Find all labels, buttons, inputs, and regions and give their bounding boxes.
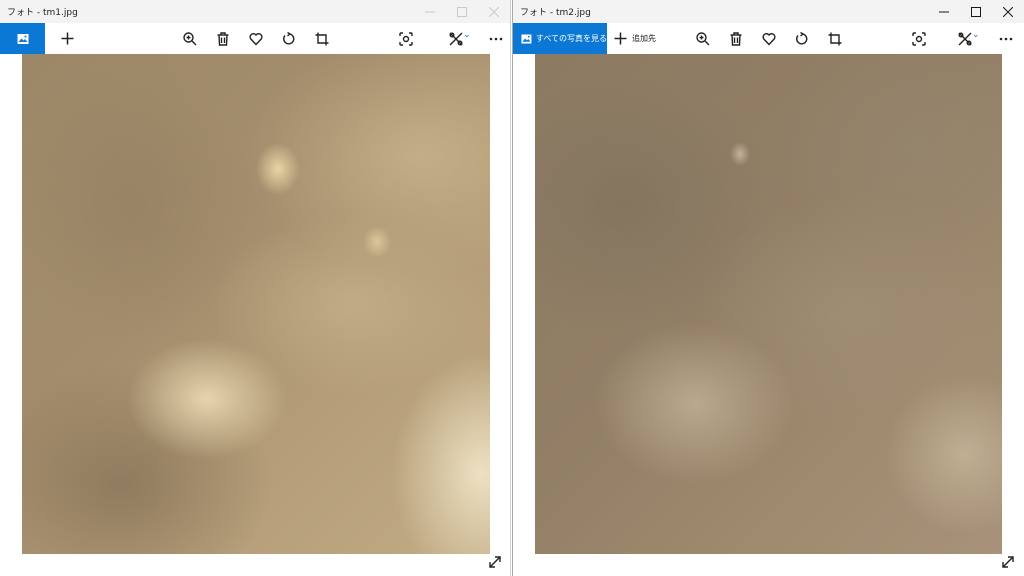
crop-icon bbox=[828, 32, 842, 45]
photos-window-left: フォト - tm1.jpg ⌄ bbox=[0, 0, 511, 576]
enhance-icon bbox=[912, 31, 926, 46]
maximize-icon bbox=[971, 6, 981, 17]
rotate-icon bbox=[283, 31, 295, 45]
minimize-icon bbox=[425, 11, 435, 12]
add-to-label: 追加先 bbox=[632, 34, 656, 43]
photos-window-right: フォト - tm2.jpg すべての写真を見る 追加先 ⌄ bbox=[512, 0, 1024, 576]
maximize-button[interactable] bbox=[446, 0, 478, 23]
zoom-button[interactable] bbox=[688, 23, 718, 54]
enhance-icon bbox=[399, 31, 413, 46]
chevron-down-icon[interactable]: ⌄ bbox=[463, 30, 471, 40]
toolbar: すべての写真を見る 追加先 ⌄ bbox=[513, 23, 1024, 54]
more-options-icon bbox=[999, 37, 1013, 40]
window-title: フォト - tm2.jpg bbox=[520, 8, 591, 18]
more-options-icon bbox=[489, 37, 503, 40]
edit-create-icon bbox=[449, 32, 463, 45]
zoom-button[interactable] bbox=[175, 23, 205, 54]
trash-icon bbox=[217, 31, 229, 46]
minimize-icon bbox=[939, 11, 949, 12]
zoom-in-icon bbox=[696, 31, 710, 45]
minimize-button[interactable] bbox=[414, 0, 446, 23]
enhance-button[interactable] bbox=[391, 23, 421, 54]
heart-icon bbox=[762, 32, 776, 46]
rotate-button[interactable] bbox=[787, 23, 817, 54]
delete-button[interactable] bbox=[208, 23, 238, 54]
fullscreen-icon[interactable] bbox=[487, 554, 503, 570]
photo-image[interactable] bbox=[22, 54, 490, 554]
toolbar: ⌄ bbox=[0, 23, 510, 54]
minimize-button[interactable] bbox=[928, 0, 960, 23]
delete-button[interactable] bbox=[721, 23, 751, 54]
favorite-button[interactable] bbox=[754, 23, 784, 54]
photo-album-icon bbox=[17, 33, 28, 44]
crop-button[interactable] bbox=[307, 23, 337, 54]
edit-create-icon bbox=[958, 32, 972, 45]
caption-buttons bbox=[928, 0, 1024, 23]
chevron-down-icon[interactable]: ⌄ bbox=[972, 30, 980, 40]
maximize-button[interactable] bbox=[960, 0, 992, 23]
see-all-photos-button[interactable]: すべての写真を見る bbox=[513, 23, 607, 54]
close-icon bbox=[1003, 6, 1013, 17]
trash-icon bbox=[730, 31, 742, 46]
close-icon bbox=[489, 6, 499, 17]
close-button[interactable] bbox=[992, 0, 1024, 23]
rotate-icon bbox=[796, 31, 808, 45]
rotate-button[interactable] bbox=[274, 23, 304, 54]
fullscreen-icon[interactable] bbox=[1000, 554, 1016, 570]
enhance-button[interactable] bbox=[904, 23, 934, 54]
zoom-in-icon bbox=[183, 31, 197, 45]
more-options-button[interactable] bbox=[991, 23, 1021, 54]
title-bar[interactable]: フォト - tm1.jpg bbox=[0, 0, 510, 23]
add-to-button[interactable]: 追加先 bbox=[614, 23, 656, 54]
see-all-photos-label: すべての写真を見る bbox=[535, 34, 607, 43]
close-button[interactable] bbox=[478, 0, 510, 23]
window-title: フォト - tm1.jpg bbox=[7, 8, 78, 18]
caption-buttons bbox=[414, 0, 510, 23]
photo-image[interactable] bbox=[535, 54, 1002, 554]
add-to-button[interactable] bbox=[61, 23, 74, 54]
heart-icon bbox=[249, 32, 263, 46]
plus-icon bbox=[61, 32, 74, 45]
see-all-photos-button[interactable] bbox=[0, 23, 45, 54]
more-options-button[interactable] bbox=[481, 23, 510, 54]
plus-icon bbox=[614, 32, 627, 45]
crop-button[interactable] bbox=[820, 23, 850, 54]
crop-icon bbox=[315, 32, 329, 45]
title-bar[interactable]: フォト - tm2.jpg bbox=[513, 0, 1024, 23]
maximize-icon bbox=[457, 6, 467, 17]
favorite-button[interactable] bbox=[241, 23, 271, 54]
photo-album-icon bbox=[521, 33, 532, 44]
